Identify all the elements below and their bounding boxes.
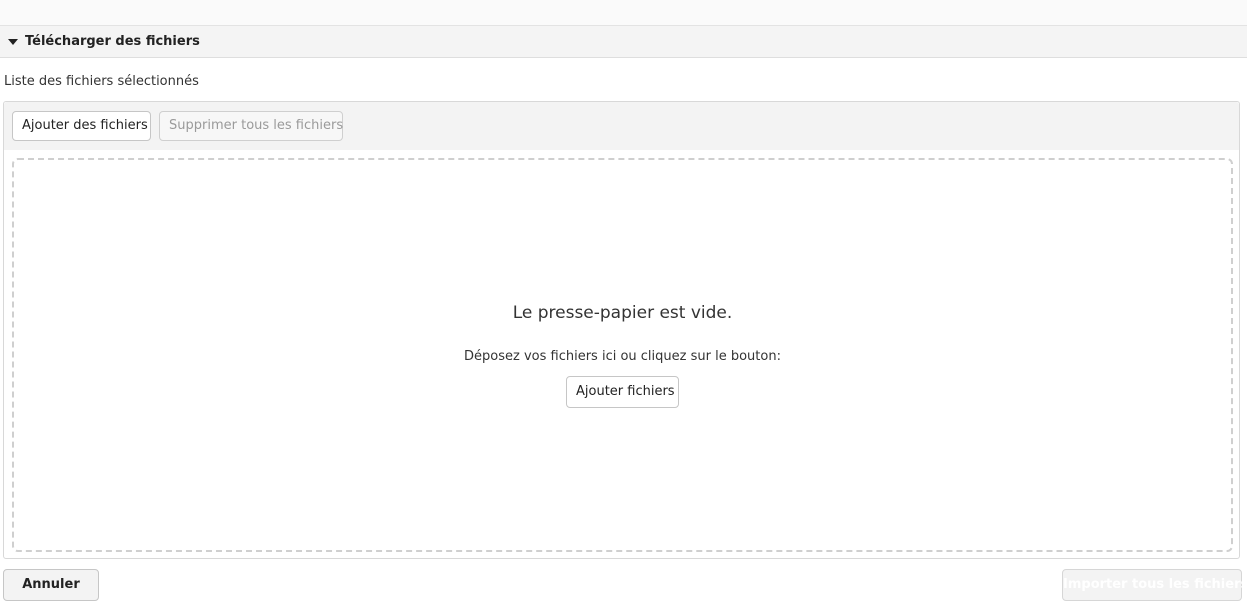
selected-files-label: Liste des fichiers sélectionnés <box>4 74 199 89</box>
file-uploader: Ajouter des fichiers Supprimer tous les … <box>3 101 1240 559</box>
drop-hint-text: Déposez vos fichiers ici ou cliquez sur … <box>464 349 781 364</box>
caret-down-icon[interactable] <box>8 38 18 45</box>
section-title: Télécharger des fichiers <box>25 34 200 49</box>
add-files-center-button[interactable]: Ajouter fichiers <box>566 376 679 408</box>
empty-clipboard-message: Le presse-papier est vide. <box>512 303 733 323</box>
top-strip <box>0 0 1247 26</box>
file-dropzone[interactable]: Le presse-papier est vide. Déposez vos f… <box>12 158 1233 552</box>
upload-section-header[interactable]: Télécharger des fichiers <box>0 26 1247 58</box>
uploader-toolbar: Ajouter des fichiers Supprimer tous les … <box>4 102 1239 150</box>
remove-all-files-button[interactable]: Supprimer tous les fichiers <box>159 111 343 141</box>
import-all-files-button[interactable]: Importer tous les fichiers <box>1062 569 1247 601</box>
cancel-button[interactable]: Annuler <box>3 569 99 601</box>
add-files-button[interactable]: Ajouter des fichiers <box>12 111 151 141</box>
